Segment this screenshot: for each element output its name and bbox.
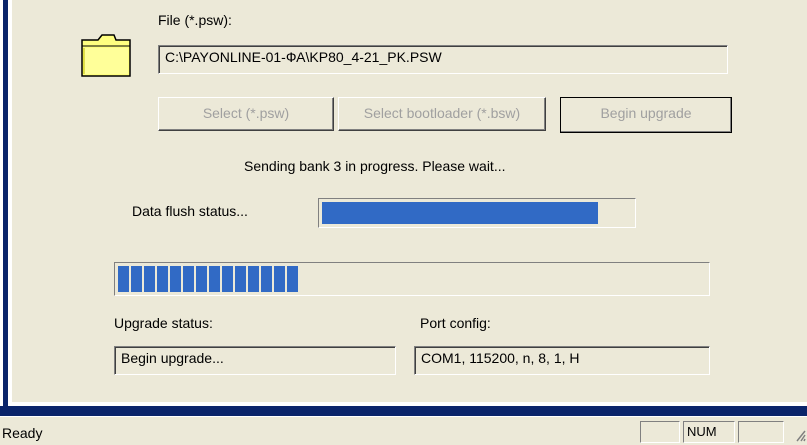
- window-left-border: [0, 0, 12, 414]
- progress-message: Sending bank 3 in progress. Please wait.…: [244, 158, 506, 174]
- file-path-field[interactable]: C:\PAYONLINE-01-ФА\KP80_4-21_PK.PSW: [158, 45, 728, 74]
- status-panel-num: NUM: [683, 421, 735, 443]
- status-bar: Ready NUM: [0, 416, 807, 445]
- upgrade-progress-segment: [144, 266, 155, 292]
- upgrade-progress-segment: [261, 266, 272, 292]
- upgrade-progress-segment: [222, 266, 233, 292]
- upgrade-progress-bar: [114, 262, 710, 296]
- upgrade-progress-segment: [157, 266, 168, 292]
- upgrade-progress-segment: [235, 266, 246, 292]
- status-panel-scrl: [738, 421, 784, 443]
- window-bottom-border: [0, 406, 807, 416]
- status-panel-caps: [640, 421, 680, 443]
- begin-upgrade-button[interactable]: Begin upgrade: [560, 97, 732, 133]
- file-label: File (*.psw):: [158, 12, 232, 28]
- data-flush-progress-fill: [322, 202, 598, 224]
- upgrade-progress-segment: [170, 266, 181, 292]
- upgrade-status-field: Begin upgrade...: [114, 346, 396, 375]
- upgrade-progress-segment: [183, 266, 194, 292]
- port-config-field: COM1, 115200, n, 8, 1, H: [414, 346, 710, 375]
- upgrade-progress-segment: [118, 266, 129, 292]
- data-flush-progress-bar: [318, 198, 636, 228]
- status-text: Ready: [2, 425, 43, 441]
- data-flush-label: Data flush status...: [132, 203, 248, 219]
- upgrade-progress-segment: [196, 266, 207, 292]
- upgrade-progress-segment: [209, 266, 220, 292]
- select-bootloader-button[interactable]: Select bootloader (*.bsw): [338, 97, 546, 131]
- upgrade-progress-segment: [274, 266, 285, 292]
- upgrade-progress-segment: [248, 266, 259, 292]
- upgrade-status-label: Upgrade status:: [114, 315, 213, 331]
- upgrade-progress-segment: [131, 266, 142, 292]
- folder-icon: [81, 34, 131, 77]
- port-config-label: Port config:: [420, 315, 491, 331]
- size-grip-icon[interactable]: [793, 427, 807, 443]
- upgrade-progress-segment: [287, 266, 298, 292]
- select-psw-button[interactable]: Select (*.psw): [158, 97, 334, 131]
- upgrade-progress-segments: [118, 266, 298, 292]
